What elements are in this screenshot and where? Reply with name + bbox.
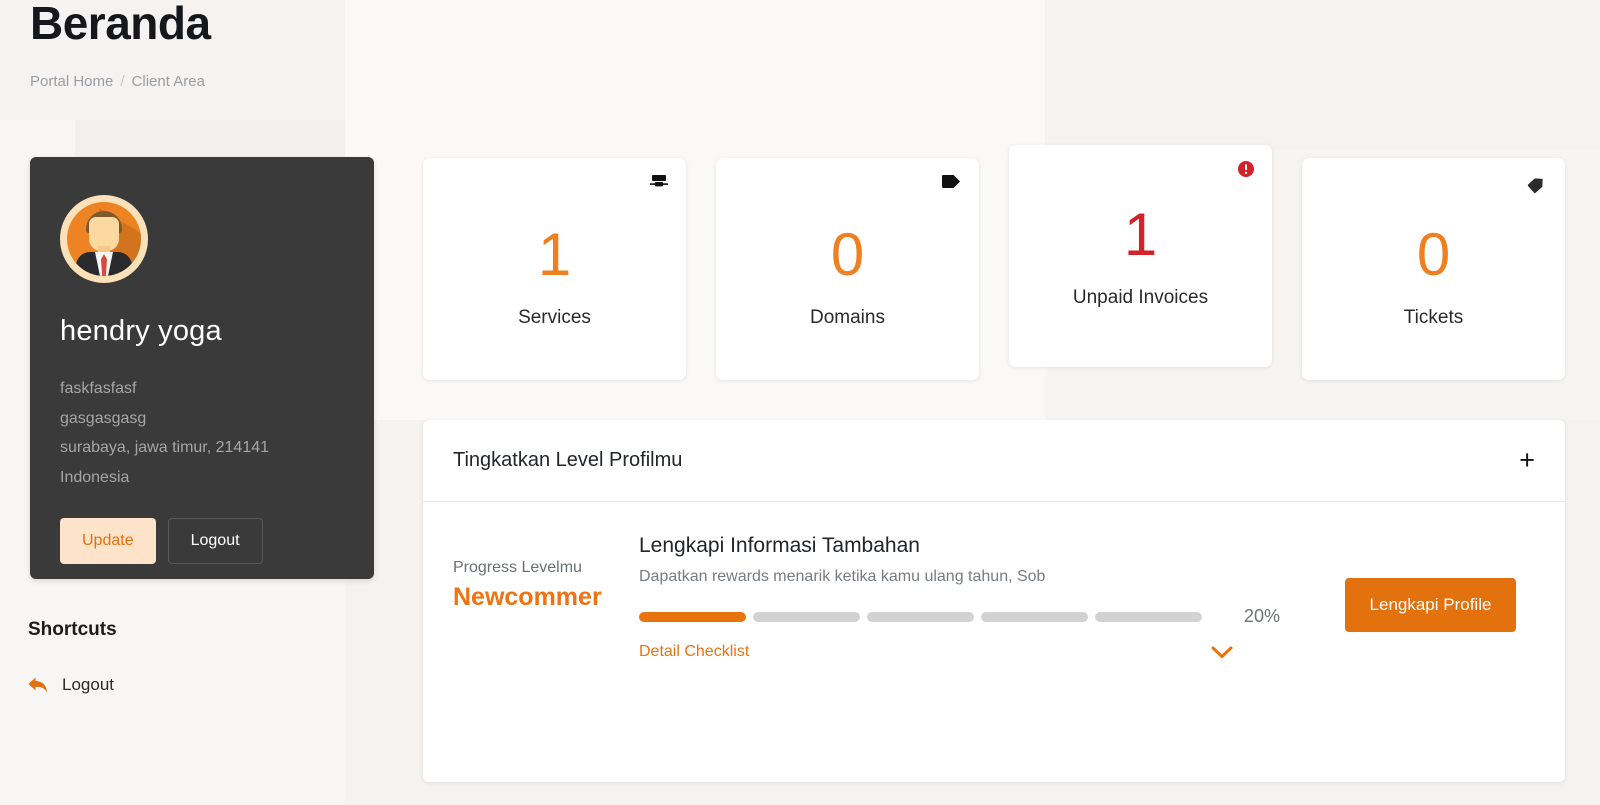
shortcut-item-logout[interactable]: Logout: [28, 675, 114, 695]
lengkapi-profile-button[interactable]: Lengkapi Profile: [1345, 578, 1516, 632]
stat-label: Services: [518, 307, 591, 328]
tag-rotated-icon: [1527, 174, 1547, 199]
client-area-dashboard: Beranda Portal Home / Client Area hendry…: [0, 0, 1600, 805]
stat-card-unpaid-invoices[interactable]: 1 Unpaid Invoices: [1009, 145, 1272, 367]
level-name: Newcommer: [453, 583, 602, 611]
breadcrumb: Portal Home / Client Area: [30, 73, 205, 90]
progress-bar: [639, 611, 1202, 622]
progress-caption: Progress Levelmu: [453, 559, 582, 576]
logout-button[interactable]: Logout: [167, 518, 263, 564]
user-avatar-illustration-icon: [67, 202, 141, 276]
stat-label: Tickets: [1403, 307, 1464, 328]
progress-segment: [639, 611, 746, 622]
shortcuts-title: Shortcuts: [28, 619, 117, 640]
breadcrumb-current: Client Area: [131, 73, 205, 90]
shortcut-label: Logout: [62, 675, 114, 694]
address-line-4: Indonesia: [60, 468, 130, 486]
profile-level-panel-header: Tingkatkan Level Profilmu +: [423, 420, 1565, 502]
breadcrumb-portal-home[interactable]: Portal Home: [30, 73, 113, 90]
progress-percent: 20%: [1244, 606, 1281, 626]
address-line-3: surabaya, jawa timur, 214141: [60, 439, 270, 456]
avatar: [60, 195, 148, 283]
exclamation-circle-icon: [1238, 161, 1254, 182]
plus-icon[interactable]: +: [1519, 447, 1535, 474]
address-line-1: faskfasfasf: [60, 380, 137, 397]
profile-actions: Update Logout: [60, 518, 374, 564]
profile-name: hendry yoga: [60, 315, 222, 347]
page-title: Beranda: [30, 0, 211, 49]
stat-value: 0: [1416, 221, 1451, 288]
stat-label: Unpaid Invoices: [1072, 287, 1209, 308]
checklist-row: Detail Checklist: [639, 643, 1325, 661]
server-icon: [650, 174, 668, 195]
profile-level-panel: Tingkatkan Level Profilmu + Progress Lev…: [423, 420, 1565, 782]
breadcrumb-separator: /: [120, 73, 125, 90]
stat-card-tickets[interactable]: 0 Tickets: [1302, 158, 1565, 380]
tag-icon: [941, 174, 961, 194]
detail-checklist-link[interactable]: Detail Checklist: [639, 643, 749, 661]
chevron-down-icon[interactable]: [1211, 646, 1233, 659]
reply-arrow-icon: [28, 677, 47, 693]
profile-cta-block: Lengkapi Profile: [1345, 534, 1535, 661]
task-subtitle: Dapatkan rewards menarik ketika kamu ula…: [639, 568, 1046, 585]
profile-level-panel-body: Progress Levelmu Newcommer Lengkapi Info…: [423, 502, 1565, 661]
address-line-2: gasgasgasg: [60, 409, 147, 427]
progress-segment: [753, 611, 860, 622]
task-title: Lengkapi Informasi Tambahan: [639, 534, 920, 557]
stat-value: 1: [537, 221, 572, 288]
stat-value: 0: [830, 221, 865, 288]
update-button[interactable]: Update: [60, 518, 156, 564]
progress-level-block: Progress Levelmu Newcommer: [453, 534, 639, 661]
profile-card: hendry yoga faskfasfasf gasgasgasg surab…: [30, 157, 374, 579]
progress-segment: [1095, 611, 1202, 622]
stat-card-domains[interactable]: 0 Domains: [716, 158, 979, 380]
progress-segment: [981, 611, 1088, 622]
stat-card-services[interactable]: 1 Services: [423, 158, 686, 380]
profile-level-panel-title: Tingkatkan Level Profilmu: [453, 449, 683, 471]
profile-task-block: Lengkapi Informasi Tambahan Dapatkan rew…: [639, 534, 1345, 661]
stat-value: 1: [1123, 201, 1158, 268]
profile-address: faskfasfasf gasgasgasg surabaya, jawa ti…: [60, 374, 374, 492]
progress-row: 20%: [639, 606, 1325, 627]
stat-label: Domains: [810, 307, 885, 328]
progress-segment: [867, 611, 974, 622]
